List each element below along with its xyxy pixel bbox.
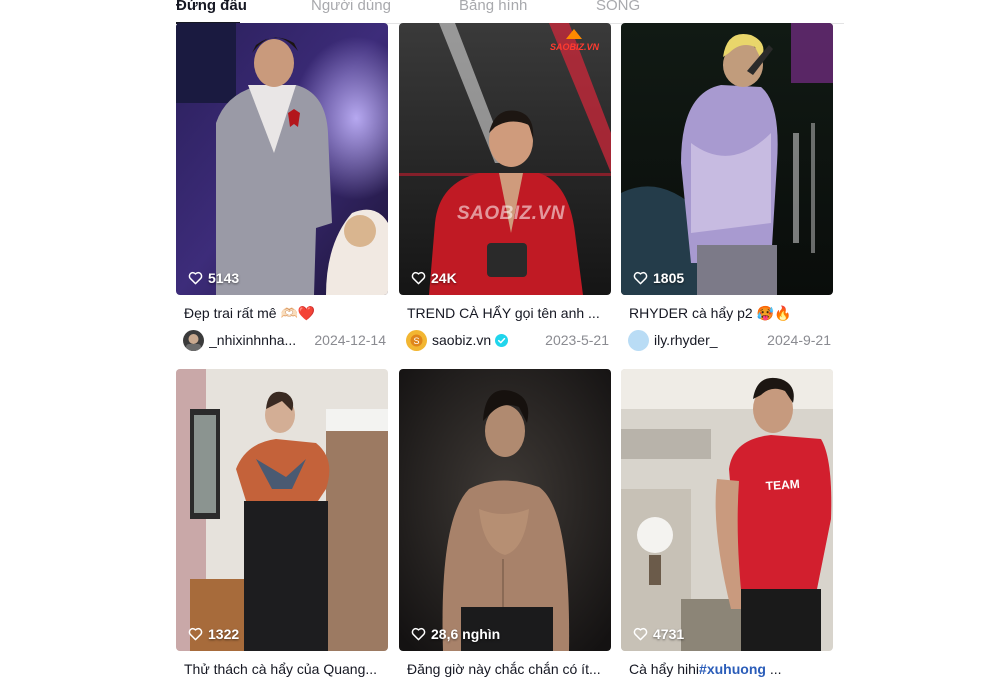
caption-text: Cà hẩy hihi [629, 661, 700, 677]
username[interactable]: _nhixinhnha... [209, 332, 296, 348]
post-date: 2023-5-21 [545, 332, 609, 348]
like-count: 1805 [633, 270, 684, 286]
heart-outline-icon [633, 271, 648, 285]
caption-ellipsis: ... [765, 661, 782, 677]
like-count: 4731 [633, 626, 684, 642]
video-card[interactable]: 28,6 nghìn Đăng giờ này chắc chắn có ít.… [399, 369, 611, 678]
tab-top[interactable]: Đứng đầu [176, 0, 247, 18]
tab-videos[interactable]: Băng hình [459, 0, 527, 18]
video-caption[interactable]: Thử thách cà hẩy của Quang... [176, 660, 384, 678]
video-meta: ily.rhyder_ 2024-9-21 [621, 329, 833, 351]
stage-performer-image [176, 23, 388, 295]
verified-badge-icon [495, 333, 509, 347]
video-caption[interactable]: Cà hẩy hihi#xuhuong ... [621, 660, 829, 678]
video-caption[interactable]: Đăng giờ này chắc chắn có ít... [399, 660, 607, 678]
username[interactable]: saobiz.vn [432, 332, 491, 348]
video-caption[interactable]: Đẹp trai rất mê 🫶🏻❤️ [176, 304, 384, 322]
video-thumbnail[interactable]: 28,6 nghìn [399, 369, 611, 651]
search-tabs: Đứng đầu Người dùng Băng hình SONG [176, 0, 844, 24]
hashtag-link[interactable]: #xuhuong [699, 661, 766, 677]
avatar[interactable] [628, 329, 649, 351]
heart-outline-icon [188, 271, 203, 285]
video-caption[interactable]: RHYDER cà hẩy p2 🥵🔥 [621, 304, 829, 322]
username[interactable]: ily.rhyder_ [654, 332, 718, 348]
person-portrait-image [399, 369, 611, 651]
video-caption[interactable]: TREND CÀ HẨY gọi tên anh ... [399, 304, 607, 322]
like-count: 24K [411, 270, 457, 286]
video-card[interactable]: SAOBIZ.VN SAOBIZ.VN 24K TREND CÀ HẨY gọi… [399, 23, 611, 351]
like-count: 1322 [188, 626, 239, 642]
video-meta: _nhixinhnha... 2024-12-14 [176, 329, 388, 351]
tab-users[interactable]: Người dùng [311, 0, 391, 18]
stage-performer-image [621, 23, 833, 295]
video-meta: S saobiz.vn 2023-5-21 [399, 329, 611, 351]
video-thumbnail[interactable]: SAOBIZ.VN SAOBIZ.VN 24K [399, 23, 611, 295]
stage-performer-image [399, 23, 611, 295]
watermark: SAOBIZ.VN [457, 203, 565, 224]
like-count: 5143 [188, 270, 239, 286]
room-person-image [176, 369, 388, 651]
heart-outline-icon [188, 627, 203, 641]
video-thumbnail[interactable]: 1805 [621, 23, 833, 295]
post-date: 2024-12-14 [314, 332, 386, 348]
heart-outline-icon [411, 627, 426, 641]
tab-song[interactable]: SONG [596, 0, 640, 18]
room-person-image: TEAM [621, 369, 833, 651]
video-card[interactable]: 5143 Đẹp trai rất mê 🫶🏻❤️ _nhixinhnha...… [176, 23, 388, 351]
post-date: 2024-9-21 [767, 332, 831, 348]
svg-text:TEAM: TEAM [765, 477, 800, 493]
brand-logo: SAOBIZ.VN [550, 27, 599, 52]
heart-outline-icon [633, 627, 648, 641]
avatar[interactable]: S [406, 329, 427, 351]
svg-text:S: S [413, 336, 419, 346]
video-card[interactable]: TEAM 4731 Cà hẩy hihi#xuhuong ... [621, 369, 833, 678]
avatar[interactable] [183, 329, 204, 351]
video-card[interactable]: 1322 Thử thách cà hẩy của Quang... [176, 369, 388, 678]
video-card[interactable]: 1805 RHYDER cà hẩy p2 🥵🔥 ily.rhyder_ 202… [621, 23, 833, 351]
video-thumbnail[interactable]: 1322 [176, 369, 388, 651]
video-thumbnail[interactable]: 5143 [176, 23, 388, 295]
like-count: 28,6 nghìn [411, 626, 500, 642]
heart-outline-icon [411, 271, 426, 285]
video-thumbnail[interactable]: TEAM 4731 [621, 369, 833, 651]
